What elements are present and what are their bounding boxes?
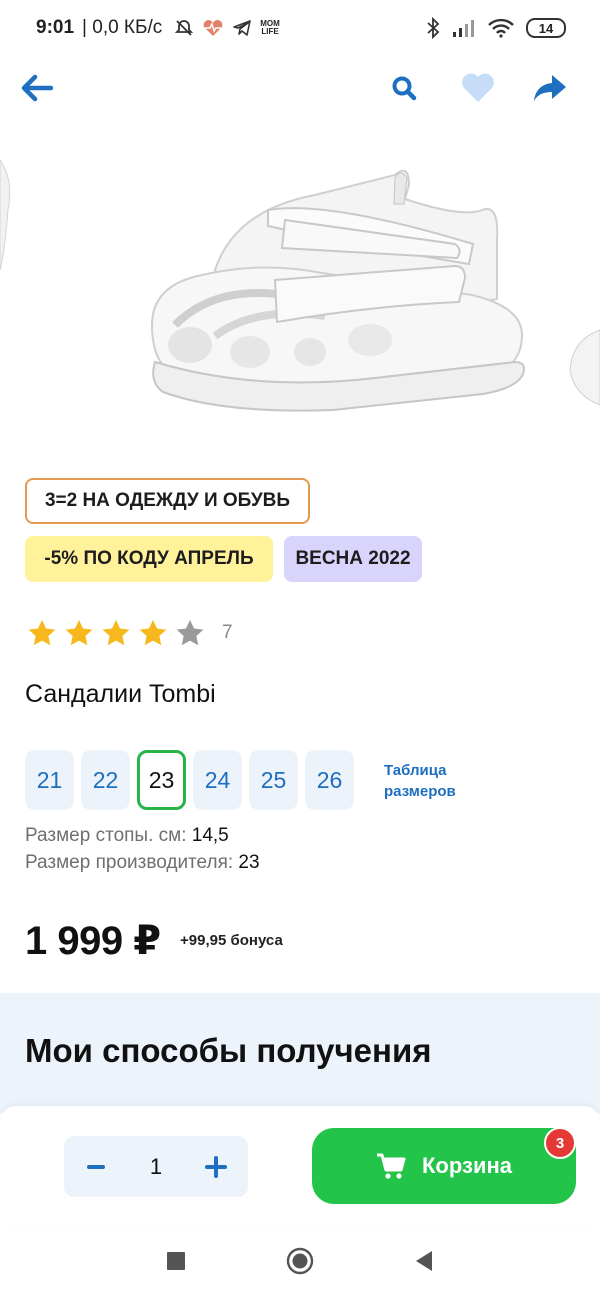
- product-image-carousel[interactable]: [0, 130, 600, 450]
- star-filled-icon: [28, 619, 56, 646]
- bonus-info: +99,95 бонуса: [180, 932, 283, 949]
- minus-icon: [87, 1164, 105, 1169]
- bell-muted-icon: [175, 20, 194, 36]
- triangle-back-icon: [416, 1251, 432, 1271]
- telegram-icon: [233, 20, 252, 36]
- size-table-link[interactable]: Таблица размеров: [384, 760, 456, 802]
- wifi-icon: [488, 18, 514, 38]
- cart-count-badge: 3: [544, 1127, 576, 1159]
- back-arrow-icon: [21, 74, 53, 102]
- share-icon: [534, 75, 566, 101]
- foot-size-value: 14,5: [191, 825, 229, 846]
- status-right: 14: [426, 17, 566, 39]
- maker-size-value: 23: [238, 852, 260, 873]
- status-left: 9:01 | 0,0 КБ/с MOM LIFE: [36, 17, 280, 39]
- search-icon: [392, 76, 417, 101]
- foot-size-label: Размер стопы. см:: [25, 825, 192, 846]
- decrease-quantity-button[interactable]: [82, 1153, 110, 1181]
- size-option[interactable]: 22: [81, 750, 130, 810]
- size-option[interactable]: 21: [25, 750, 74, 810]
- rating-count: 7: [222, 622, 233, 643]
- quantity-value[interactable]: 1: [150, 1154, 162, 1180]
- heart-icon: [462, 73, 494, 102]
- favorite-button[interactable]: [458, 68, 498, 108]
- back-button[interactable]: [16, 68, 56, 108]
- system-nav-bar: [0, 1228, 600, 1299]
- share-button[interactable]: [530, 68, 570, 108]
- bluetooth-icon: [427, 17, 440, 39]
- size-option[interactable]: 26: [305, 750, 354, 810]
- promo-code-badge[interactable]: -5% ПО КОДУ АПРЕЛЬ: [25, 536, 273, 582]
- maker-size-info: Размер производителя: 23: [25, 852, 260, 874]
- maker-size-label: Размер производителя:: [25, 852, 239, 873]
- health-heart-icon: [203, 20, 223, 36]
- rating[interactable]: 7: [27, 618, 233, 648]
- momlife-line2: LIFE: [261, 27, 279, 36]
- plus-icon: [205, 1155, 227, 1178]
- battery-indicator: 14: [526, 18, 566, 38]
- cart-icon: [377, 1153, 406, 1179]
- product-title: Сандалии Tombi: [25, 680, 216, 708]
- star-empty-icon: [176, 619, 204, 646]
- size-selector: 21 22 23 24 25 26: [25, 750, 354, 810]
- home-circle-icon: [286, 1247, 314, 1275]
- home-button[interactable]: [286, 1247, 314, 1280]
- square-icon: [167, 1252, 185, 1270]
- increase-quantity-button[interactable]: [202, 1153, 230, 1181]
- star-filled-icon: [102, 619, 130, 646]
- size-option[interactable]: 25: [249, 750, 298, 810]
- quantity-stepper: 1: [64, 1136, 248, 1197]
- network-speed: | 0,0 КБ/с: [82, 17, 163, 38]
- status-bar: 9:01 | 0,0 КБ/с MOM LIFE 14: [0, 0, 600, 56]
- product-price: 1 999 ₽: [25, 919, 161, 963]
- signal-icon: [453, 20, 474, 37]
- size-option-selected[interactable]: 23: [137, 750, 186, 810]
- notification-icons: MOM LIFE: [174, 18, 280, 38]
- cart-button-label: Корзина: [422, 1153, 512, 1178]
- add-to-cart-button[interactable]: Корзина: [312, 1128, 576, 1204]
- foot-size-info: Размер стопы. см: 14,5: [25, 825, 229, 847]
- size-option[interactable]: 24: [193, 750, 242, 810]
- star-filled-icon: [139, 619, 167, 646]
- size-table-link-line1: Таблица: [384, 762, 447, 779]
- star-filled-icon: [65, 619, 93, 646]
- delivery-title: Мои способы получения: [25, 1032, 432, 1069]
- status-time: 9:01: [36, 17, 75, 38]
- back-system-button[interactable]: [414, 1250, 434, 1277]
- sandal-image: [0, 159, 600, 412]
- search-button[interactable]: [384, 68, 424, 108]
- size-table-link-line2: размеров: [384, 783, 456, 800]
- promo-badge[interactable]: 3=2 НА ОДЕЖДУ И ОБУВЬ: [25, 478, 310, 524]
- momlife-icon: MOM LIFE: [260, 20, 280, 36]
- season-badge[interactable]: ВЕСНА 2022: [284, 536, 422, 582]
- recents-button[interactable]: [166, 1251, 186, 1276]
- top-nav: [0, 60, 600, 116]
